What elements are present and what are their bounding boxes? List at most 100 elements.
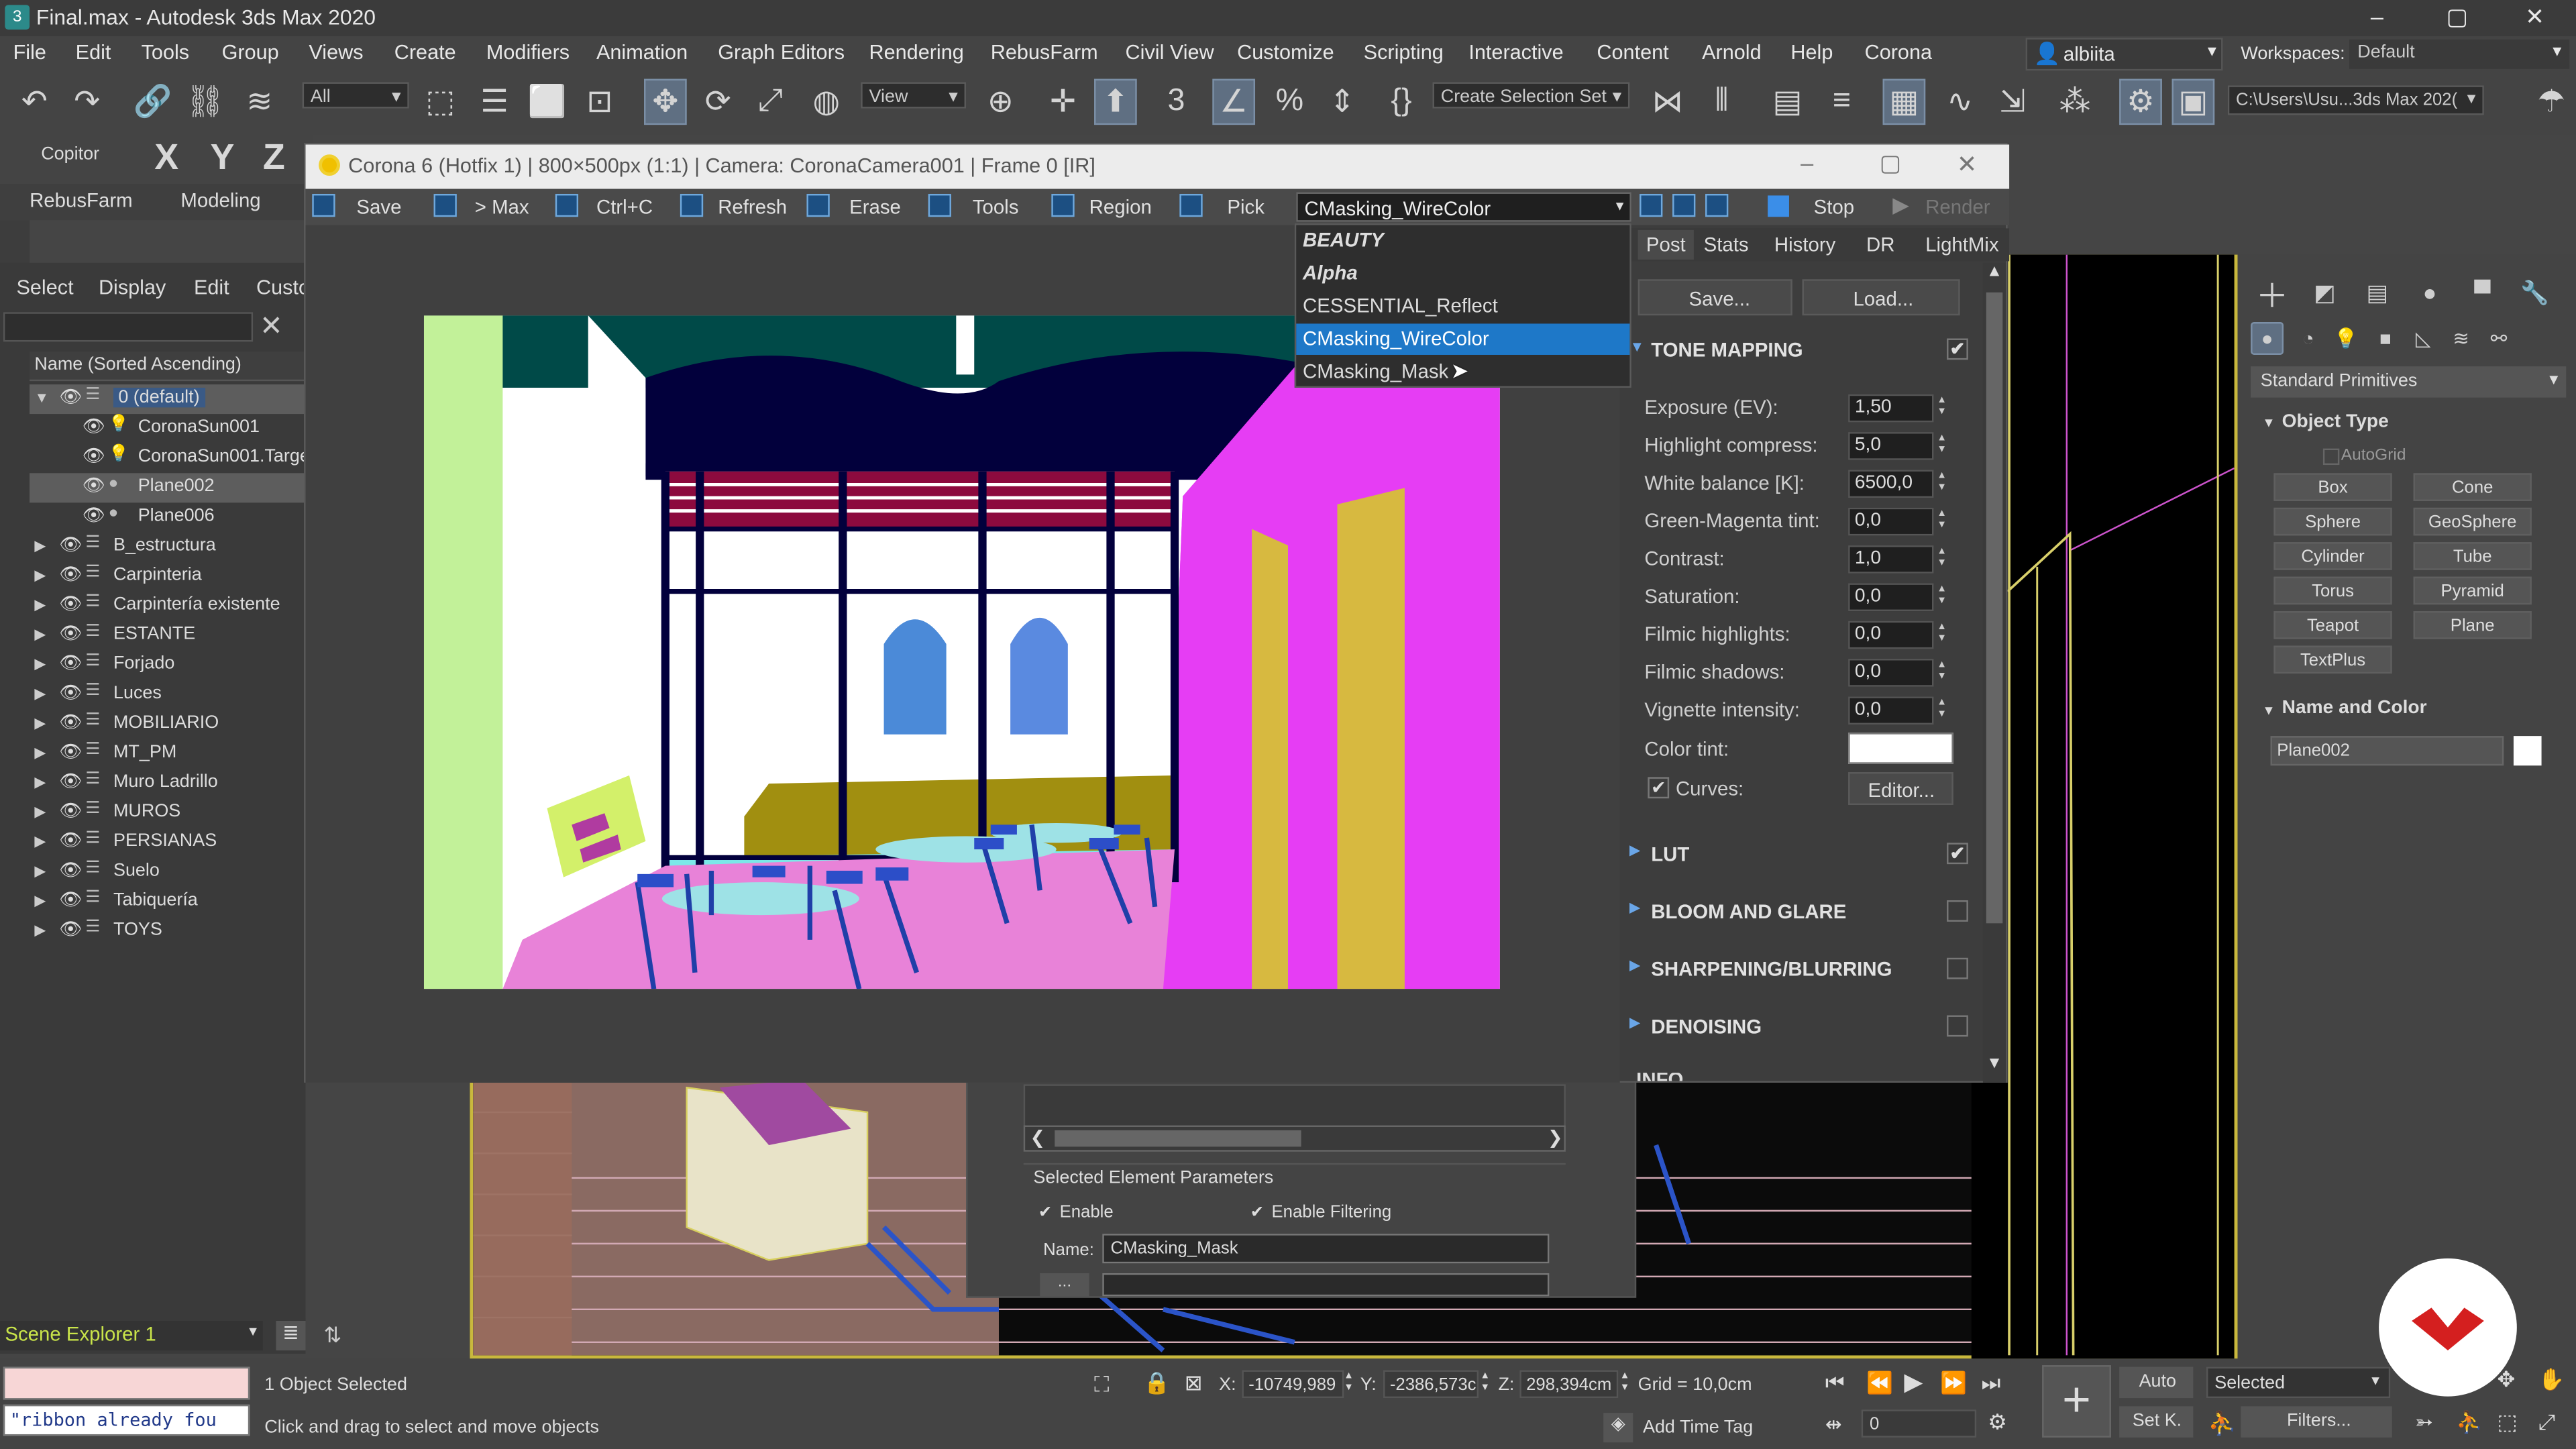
save-preset-button[interactable]: Save... xyxy=(1638,279,1792,316)
spinner-arrows-icon[interactable]: ▲ ▼ xyxy=(1937,623,1950,645)
pivot-center-icon[interactable]: ⊕ xyxy=(979,79,1022,125)
section-checkbox[interactable]: ✔ xyxy=(1947,843,1968,865)
pick-icon[interactable] xyxy=(1179,193,1203,217)
visibility-eye-icon[interactable]: 👁 xyxy=(59,534,82,555)
tree-row[interactable]: ▶ 👁 ☰ B_estructura xyxy=(30,532,305,561)
undo-icon[interactable]: ↶ xyxy=(13,79,56,125)
render-element-option[interactable]: Alpha xyxy=(1296,258,1629,289)
redo-icon[interactable]: ↷ xyxy=(66,79,109,125)
menu-rendering[interactable]: Rendering xyxy=(869,41,964,64)
selection-lock-icon[interactable]: 🔒 xyxy=(1143,1370,1170,1396)
browse-button[interactable]: ... xyxy=(1040,1273,1089,1297)
primitive-teapot-button[interactable]: Teapot xyxy=(2273,611,2392,639)
layer-explorer-icon[interactable]: ≣ xyxy=(276,1320,306,1351)
color-tint-swatch[interactable] xyxy=(1848,733,1953,764)
stop-icon[interactable] xyxy=(1768,195,1789,217)
pick-button[interactable]: Pick xyxy=(1227,195,1265,218)
copy-button[interactable]: Ctrl+C xyxy=(596,195,653,218)
primitive-cone-button[interactable]: Cone xyxy=(2413,473,2532,501)
visibility-eye-icon[interactable]: 👁 xyxy=(82,445,105,466)
object-name-input[interactable]: Plane002 xyxy=(2270,736,2504,766)
explorer-selector-dropdown[interactable]: Scene Explorer 1 ▼ xyxy=(0,1320,263,1351)
to-max-icon[interactable] xyxy=(433,193,457,217)
explorer-search-input[interactable] xyxy=(3,312,254,342)
primitive-tube-button[interactable]: Tube xyxy=(2413,542,2532,570)
maxscript-output[interactable]: "ribbon already fou xyxy=(3,1404,250,1436)
tab-stats[interactable]: Stats xyxy=(1704,233,1749,256)
explorer-tab-select[interactable]: Select xyxy=(16,276,73,299)
tone-mapping-section[interactable]: ▼ TONE MAPPING ✔ xyxy=(1626,333,1971,370)
menu-scripting[interactable]: Scripting xyxy=(1364,41,1444,64)
explorer-tab-edit[interactable]: Edit xyxy=(194,276,229,299)
selection-set-dropdown[interactable]: Create Selection Set xyxy=(1432,82,1630,109)
primitive-geosphere-button[interactable]: GeoSphere xyxy=(2413,507,2532,536)
tree-row[interactable]: ▶ 👁 ☰ Muro Ladrillo xyxy=(30,769,305,798)
vfb-maximize-icon[interactable]: ▢ xyxy=(1880,150,1901,178)
maxscript-listener-mini[interactable] xyxy=(3,1366,250,1400)
expand-arrow-right-icon[interactable]: ▶ xyxy=(34,685,46,703)
enable-filtering-checkbox[interactable]: ✔ xyxy=(1250,1204,1265,1222)
visibility-eye-icon[interactable]: 👁 xyxy=(59,386,82,407)
time-tag-icon[interactable]: ◈ xyxy=(1603,1413,1633,1443)
next-frame-icon[interactable]: ⏩ xyxy=(1940,1370,1967,1396)
explorer-tab-customize[interactable]: Custo xyxy=(256,276,310,299)
close-icon[interactable]: ✕ xyxy=(2525,3,2544,32)
select-and-move-icon[interactable]: ✥ xyxy=(644,78,687,125)
scroll-thumb[interactable] xyxy=(1986,292,2003,924)
selection-key-dropdown[interactable]: Selected ▼ xyxy=(2206,1366,2391,1399)
menu-arnold[interactable]: Arnold xyxy=(1702,41,1762,64)
x-spinner-icon[interactable]: ▲ ▼ xyxy=(1344,1372,1354,1395)
tree-row[interactable]: ▶ 👁 ☰ Luces xyxy=(30,680,305,710)
render-element-option[interactable]: CMasking_WireColor xyxy=(1296,323,1630,355)
visibility-eye-icon[interactable]: 👁 xyxy=(59,564,82,584)
scroll-down-icon[interactable]: ▼ xyxy=(1986,1055,2002,1073)
menu-help[interactable]: Help xyxy=(1790,41,1833,64)
tab-dr[interactable]: DR xyxy=(1866,233,1894,256)
unlink-icon[interactable]: ⛓ xyxy=(184,79,227,125)
menu-animation[interactable]: Animation xyxy=(596,41,688,64)
expand-arrow-right-icon[interactable]: ▶ xyxy=(34,596,46,614)
snaps-toggle-icon[interactable]: 3 xyxy=(1155,79,1198,125)
selection-filter-dropdown[interactable]: All xyxy=(302,82,409,109)
field-of-view-icon[interactable]: ⛹ xyxy=(2456,1409,2483,1436)
select-and-rotate-icon[interactable]: ⟳ xyxy=(696,79,739,125)
menu-group[interactable]: Group xyxy=(222,41,279,64)
vfb-minimize-icon[interactable]: – xyxy=(1801,150,1813,176)
maximize-icon[interactable]: ▢ xyxy=(2447,3,2468,32)
spinner-arrows-icon[interactable]: ▲ ▼ xyxy=(1937,698,1950,721)
scene-explorer-toggle-icon[interactable]: ▤ xyxy=(1766,79,1809,125)
curves-checkbox[interactable]: ✔ xyxy=(1648,777,1670,799)
render-element-dropdown[interactable]: CMasking_WireColor ▼ xyxy=(1296,192,1631,222)
section-checkbox[interactable] xyxy=(1947,1015,1968,1037)
link-icon[interactable]: 🔗 xyxy=(131,79,174,125)
spinner-arrows-icon[interactable]: ▲ ▼ xyxy=(1937,472,1950,494)
bind-space-warp-icon[interactable]: ≋ xyxy=(238,79,281,125)
visibility-eye-icon[interactable]: 👁 xyxy=(59,889,82,910)
copitor-label[interactable]: Copitor xyxy=(41,145,99,164)
menu-interactive[interactable]: Interactive xyxy=(1468,41,1563,64)
expand-arrow-right-icon[interactable]: ▶ xyxy=(34,833,46,851)
expand-arrow-right-icon[interactable]: ▶ xyxy=(34,537,46,555)
spinner-arrows-icon[interactable]: ▲ ▼ xyxy=(1937,434,1950,457)
menu-customize[interactable]: Customize xyxy=(1237,41,1334,64)
menu-views[interactable]: Views xyxy=(309,41,363,64)
select-object-icon[interactable]: ⬚ xyxy=(419,79,462,125)
tree-row[interactable]: ▶ 👁 ☰ MUROS xyxy=(30,798,305,828)
goto-end-icon[interactable]: ⏭ xyxy=(1981,1370,2000,1396)
erase-icon[interactable] xyxy=(806,193,830,217)
render-element-option[interactable]: CESSENTIAL_Reflect xyxy=(1296,290,1629,322)
reference-coordinate-dropdown[interactable]: View xyxy=(861,82,967,109)
section-checkbox[interactable] xyxy=(1947,957,1968,979)
render-element-option[interactable]: BEAUTY xyxy=(1296,225,1629,257)
add-time-tag-label[interactable]: Add Time Tag xyxy=(1643,1417,1753,1437)
project-folder-icon[interactable]: ☂ xyxy=(2530,79,2573,125)
vfb-close-icon[interactable]: ✕ xyxy=(1957,150,1978,179)
tone-mapping-checkbox[interactable]: ✔ xyxy=(1947,338,1968,360)
named-selection-icon[interactable]: {} xyxy=(1380,79,1423,125)
scroll-right-icon[interactable]: ❯ xyxy=(1548,1127,1563,1148)
minimize-icon[interactable]: – xyxy=(2371,3,2383,30)
visibility-eye-icon[interactable]: 👁 xyxy=(59,741,82,762)
tree-row[interactable]: 👁 💡 CoronaSun001 xyxy=(30,414,305,443)
z-spinner-icon[interactable]: ▲ ▼ xyxy=(1620,1372,1630,1395)
zoom-extents-icon[interactable]: ⤢ xyxy=(2538,1409,2555,1436)
